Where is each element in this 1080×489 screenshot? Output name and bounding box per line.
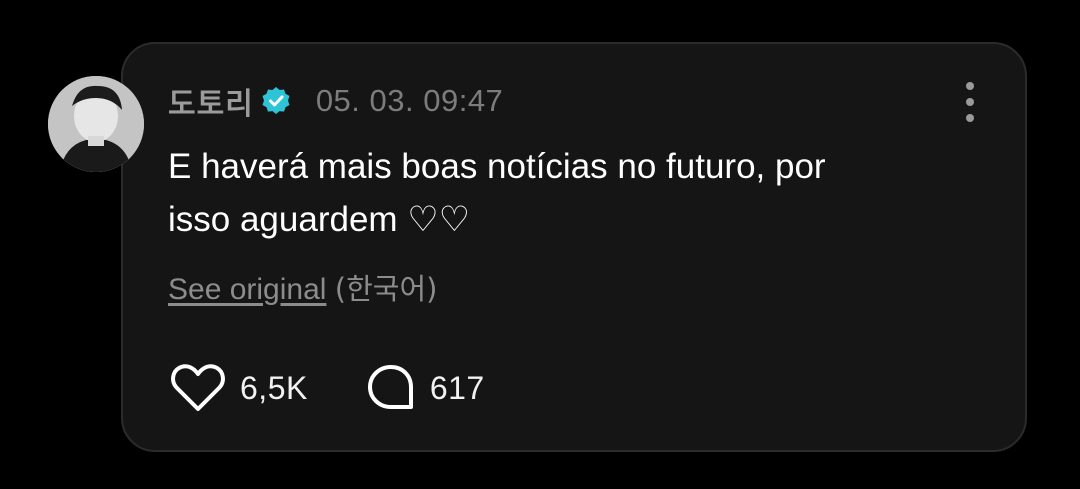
original-language-label: (한국어) [334,272,438,306]
verified-badge-icon [260,85,292,117]
post-text-line-1: E haverá mais boas notícias no futuro, p… [168,147,826,186]
like-button[interactable]: 6,5K [170,363,308,413]
vertical-dots-icon [966,82,974,90]
post-text-line-2: isso aguardem ♡♡ [168,200,471,239]
see-original-link[interactable]: See original [168,273,326,306]
translation-info: See original (한국어) [168,266,437,308]
heart-outline-icon [171,364,225,411]
post-header: 도토리 05. 03. 09:47 [168,80,503,122]
avatar[interactable] [48,76,144,172]
avatar-image [48,76,144,172]
vertical-dots-icon-dot-3 [966,114,974,122]
like-count: 6,5K [240,369,308,406]
speech-bubble-icon [367,365,413,409]
comment-count: 617 [429,369,485,406]
comment-button[interactable]: 617 [366,363,485,413]
post-text: E haverá mais boas notícias no futuro, p… [168,140,968,246]
post-timestamp: 05. 03. 09:47 [315,83,504,118]
post-actions: 6,5K 617 [170,362,485,414]
more-options-button[interactable] [952,80,988,124]
vertical-dots-icon-dot-2 [966,98,974,106]
author-name[interactable]: 도토리 [168,79,254,123]
